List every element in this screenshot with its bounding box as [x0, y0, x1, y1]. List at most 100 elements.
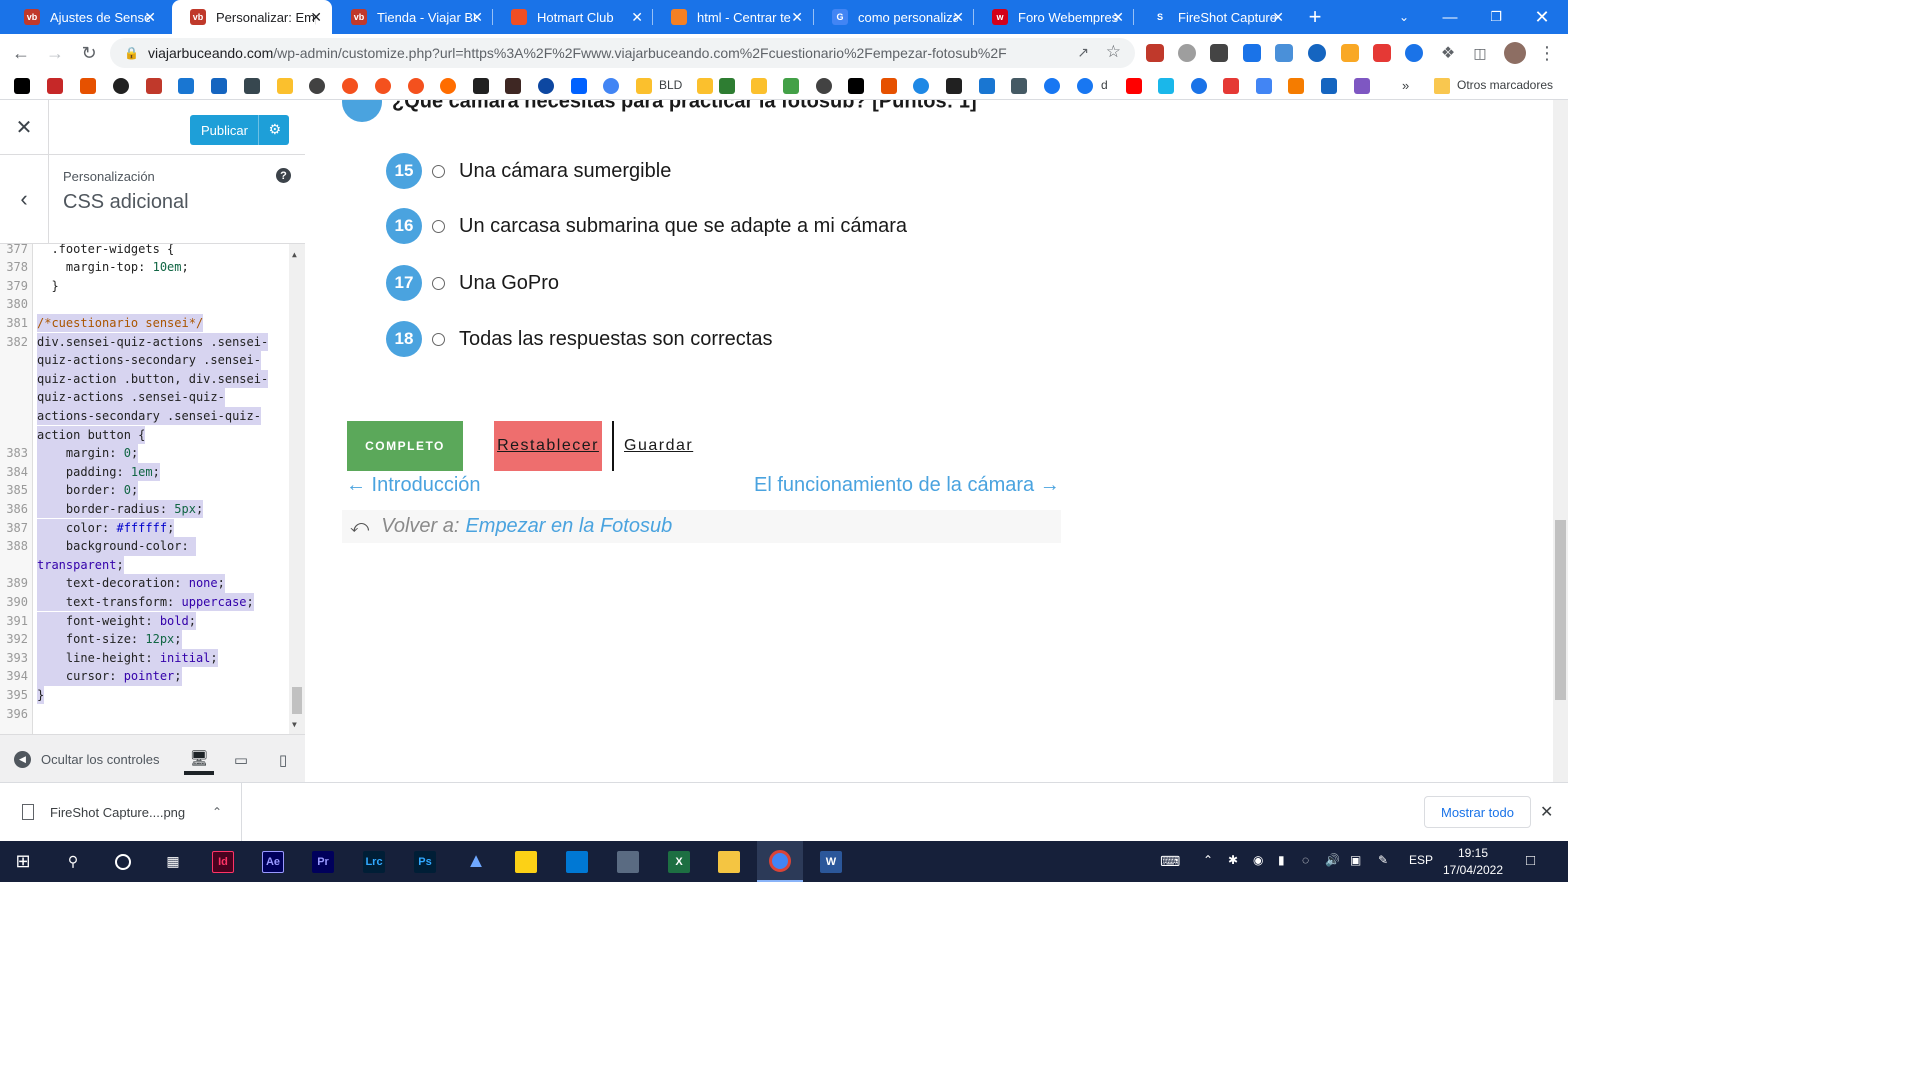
help-icon[interactable]: ?: [276, 168, 291, 183]
show-hidden-icons-icon[interactable]: ⌃: [1203, 853, 1213, 867]
battery-icon[interactable]: ▮: [1278, 853, 1285, 867]
bookmark-youtube-icon[interactable]: [1126, 78, 1142, 94]
reload-icon[interactable]: ↻: [76, 40, 102, 66]
preview-scrollbar-thumb[interactable]: [1555, 520, 1566, 700]
scroll-down-arrow-icon[interactable]: ▼: [292, 720, 297, 729]
bookmark-green-icon[interactable]: [719, 78, 735, 94]
other-bookmarks[interactable]: Otros marcadores: [1457, 78, 1553, 92]
extensions-puzzle-icon[interactable]: ❖: [1435, 40, 1461, 66]
browser-tab[interactable]: vb Tienda - Viajar Bu ✕: [333, 0, 493, 34]
tab-close-icon[interactable]: ✕: [1112, 9, 1124, 25]
bookmark-vb-icon[interactable]: [146, 78, 162, 94]
bookmark-orange-icon[interactable]: [440, 78, 456, 94]
bookmark-vimeo-icon[interactable]: [1158, 78, 1174, 94]
answer-radio[interactable]: [432, 276, 445, 290]
bookmark-diamond-icon[interactable]: [277, 78, 293, 94]
bookmark-play-icon[interactable]: [538, 78, 554, 94]
bookmark-bld-icon[interactable]: [636, 78, 652, 94]
mail-app-icon[interactable]: [554, 841, 600, 882]
after-effects-icon[interactable]: Ae: [250, 841, 296, 882]
back-chevron-icon[interactable]: ‹: [0, 155, 49, 243]
answer-radio[interactable]: [432, 219, 445, 233]
scroll-up-arrow-icon[interactable]: ▲: [292, 250, 297, 259]
new-tab-button[interactable]: +: [1300, 0, 1330, 34]
tab-close-icon[interactable]: ✕: [471, 9, 483, 25]
browser-tab[interactable]: S FireShot Capture ✕: [1134, 0, 1294, 34]
download-item[interactable]: FireShot Capture....png ⌃: [0, 783, 242, 841]
search-icon[interactable]: ⚲: [50, 841, 96, 882]
bookmark-c-icon[interactable]: [913, 78, 929, 94]
bookmark-wr-icon[interactable]: [1288, 78, 1304, 94]
answer-option[interactable]: 15 Una cámara sumergible: [386, 153, 671, 189]
gear-icon[interactable]: ⚙: [268, 121, 281, 138]
triangle-app-icon[interactable]: ▲: [453, 841, 499, 882]
answer-option[interactable]: 17 Una GoPro: [386, 265, 559, 301]
bookmark-bld-label[interactable]: BLD: [659, 78, 682, 92]
bookmark-translate-icon[interactable]: [1256, 78, 1272, 94]
bookmark-shield-icon[interactable]: [881, 78, 897, 94]
publish-button[interactable]: Publicar ⚙: [190, 115, 289, 145]
browser-tab[interactable]: w Foro Webempres ✕: [974, 0, 1134, 34]
bookmark-face-icon[interactable]: [309, 78, 325, 94]
photoshop-icon[interactable]: Ps: [402, 841, 448, 882]
editor-scrollbar-thumb[interactable]: [292, 687, 302, 714]
bookmark-d-label[interactable]: d: [1101, 78, 1108, 92]
bookmark-hotmart2-icon[interactable]: [375, 78, 391, 94]
camera-tray-icon[interactable]: ◉: [1253, 853, 1263, 867]
bookmark-calendar-icon[interactable]: [979, 78, 995, 94]
bluetooth-icon[interactable]: ✱: [1228, 853, 1238, 867]
calculator-icon[interactable]: [605, 841, 651, 882]
show-all-button[interactable]: Mostrar todo: [1424, 796, 1531, 828]
bookmark-blue-icon[interactable]: [178, 78, 194, 94]
keyboard-tray-icon[interactable]: ⌨: [1160, 853, 1180, 870]
bookmark-circle2-icon[interactable]: [1191, 78, 1207, 94]
tab-close-icon[interactable]: ✕: [952, 9, 964, 25]
cortana-icon[interactable]: [100, 841, 146, 882]
address-bar[interactable]: 🔒 viajarbuceando.com/wp-admin/customize.…: [110, 38, 1135, 68]
bookmark-star-icon[interactable]: ☆: [1106, 42, 1121, 62]
lightroom-icon[interactable]: Lrc: [351, 841, 397, 882]
css-code-editor[interactable]: 377 .footer-widgets {378 margin-top: 10e…: [0, 244, 305, 734]
code-extension-icon[interactable]: [1275, 44, 1293, 62]
chevron-up-icon[interactable]: ⌃: [212, 805, 222, 819]
bookmark-x-icon[interactable]: [1321, 78, 1337, 94]
play-extension-icon[interactable]: [1308, 44, 1326, 62]
restore-window-icon[interactable]: ❐: [1473, 0, 1519, 34]
file-explorer-icon[interactable]: [706, 841, 752, 882]
reset-button[interactable]: Restablecer: [494, 421, 602, 471]
prev-lesson-link[interactable]: ← Introducción: [346, 474, 481, 497]
save-button[interactable]: Guardar: [624, 421, 693, 471]
browser-tab[interactable]: Hotmart Club ✕: [493, 0, 653, 34]
m-extension-icon[interactable]: [1210, 44, 1228, 62]
bookmark-circle-icon[interactable]: [113, 78, 129, 94]
forward-arrow-icon[interactable]: →: [42, 40, 68, 66]
bookmark-amazon-icon[interactable]: [473, 78, 489, 94]
excel-icon[interactable]: X: [656, 841, 702, 882]
next-lesson-link[interactable]: El funcionamiento de la cámara →: [754, 474, 1060, 497]
close-icon[interactable]: ✕: [1540, 802, 1553, 822]
browser-tab[interactable]: html - Centrar te ✕: [653, 0, 813, 34]
back-to-course-link[interactable]: Empezar en la Fotosub: [465, 515, 672, 538]
windows-start-icon[interactable]: ⊞: [0, 841, 46, 882]
clock[interactable]: 19:15 17/04/2022: [1440, 845, 1506, 879]
security-tray-icon[interactable]: ▣: [1350, 853, 1361, 867]
tab-close-icon[interactable]: ✕: [310, 9, 322, 25]
editor-scrollbar[interactable]: [289, 244, 305, 734]
bookmark-dropbox-icon[interactable]: [571, 78, 587, 94]
bookmarks-overflow-icon[interactable]: »: [1402, 78, 1409, 93]
notifications-icon[interactable]: □: [1526, 852, 1535, 869]
bookmark-box-icon[interactable]: [1011, 78, 1027, 94]
desktop-preview-icon[interactable]: 🖥: [184, 745, 214, 775]
bookmark-e-icon[interactable]: [816, 78, 832, 94]
pen-tray-icon[interactable]: ✎: [1378, 853, 1388, 867]
side-panel-icon[interactable]: ◫: [1467, 40, 1493, 66]
circle-extension-icon[interactable]: [1405, 44, 1423, 62]
browser-tab[interactable]: vb Ajustes de Sensei ✕: [6, 0, 166, 34]
bookmark-glass-icon[interactable]: [946, 78, 962, 94]
tab-close-icon[interactable]: ✕: [1272, 9, 1284, 25]
sticky-notes-icon[interactable]: [503, 841, 549, 882]
bookmark-we-icon[interactable]: [14, 78, 30, 94]
fireshot-icon[interactable]: [1243, 44, 1261, 62]
volume-icon[interactable]: 🔊: [1325, 853, 1340, 867]
bookmark-cs-icon[interactable]: [244, 78, 260, 94]
